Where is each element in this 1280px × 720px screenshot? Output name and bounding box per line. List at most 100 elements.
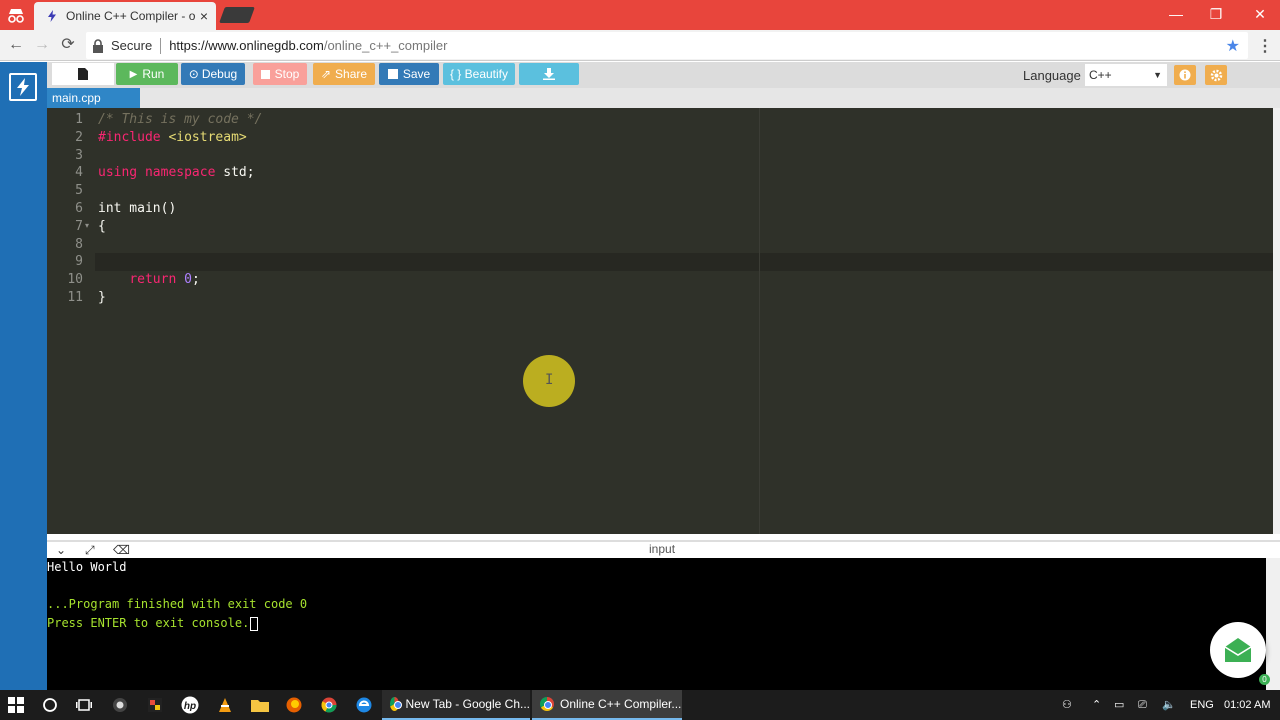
tray-chevron-icon[interactable]: ⌃ [1092,690,1101,720]
code-line: /* This is my code */ [98,112,262,127]
clear-console-icon[interactable]: ⌫ [113,543,130,557]
print-margin [759,108,760,534]
battery-icon[interactable]: ▭ [1114,690,1124,720]
console-line: Hello World [47,560,126,574]
beautify-label: { } Beautify [449,67,509,81]
code-token: ; [191,272,200,288]
code-token: /* This is my code */ [98,112,263,127]
line-gutter: 1 2 3 4 5 6 7 8 9 10 11 [47,108,95,534]
secure-label: Secure [111,38,153,53]
stop-button[interactable]: Stop [253,63,307,85]
clock[interactable]: 01:02 AM [1224,690,1270,720]
file-icon [78,68,88,80]
chrome-menu-icon[interactable]: ⋮ [1257,36,1273,56]
console-output[interactable]: Hello World ...Program finished with exit… [47,558,1280,690]
new-tab-button[interactable] [219,7,255,23]
code-line: int main() [98,201,176,216]
info-button[interactable] [1174,65,1196,85]
search-icon[interactable] [40,695,60,715]
code-token: using [98,165,138,181]
taskbar-app-new-tab[interactable]: New Tab - Google Ch... [382,690,530,720]
line-number: 11 [67,290,83,305]
camera-app-icon[interactable] [110,695,130,715]
browser-titlebar: Online C++ Compiler - o × — ❐ ✕ [0,0,1280,30]
task-view-icon[interactable] [74,695,94,715]
reload-icon[interactable]: ⟳ [58,35,78,55]
line-number: 4 [75,165,83,181]
logo-icon[interactable] [9,73,37,101]
people-icon[interactable]: ⚇ [1062,690,1072,720]
edge-icon[interactable] [354,695,374,715]
restore-button[interactable]: ❐ [1206,4,1226,24]
code-token: return [129,272,177,288]
code-token: #include [98,129,169,145]
settings-button[interactable] [1205,65,1227,85]
vlc-icon[interactable] [215,695,235,715]
save-label: Save [402,67,431,81]
volume-icon[interactable]: 🔈 [1162,690,1176,720]
share-button[interactable]: ⇗ Share [313,63,375,85]
tab-onlinegdb[interactable]: Online C++ Compiler - o × [34,2,216,30]
paint-app-icon[interactable] [145,695,165,715]
stop-label: Stop [274,67,300,81]
file-tab-bar: main.cpp [47,88,1280,108]
divider [160,37,162,54]
tab-close-button[interactable]: × [200,8,208,24]
language-select[interactable]: C++ ▼ [1085,64,1167,86]
language-label: Language [1023,68,1081,83]
chat-button[interactable] [1210,622,1266,678]
code-token: { [98,218,106,234]
console-scrollbar[interactable] [1266,558,1280,690]
expand-icon[interactable]: ⤢ [85,543,95,558]
chrome-icon[interactable] [319,695,339,715]
download-button[interactable] [519,63,579,85]
hp-icon[interactable]: hp [180,695,200,715]
taskbar-app-label: New Tab - Google Ch... [405,697,530,711]
taskbar-app-onlinegdb[interactable]: Online C++ Compiler... [532,690,682,720]
address-bar[interactable]: Secure https://www.onlinegdb.com /online… [86,32,1248,59]
bookmark-star-icon[interactable]: ★ [1226,36,1240,56]
chrome-icon [390,697,403,711]
windows-taskbar: hp New Tab - Google Ch... Online C++ Com… [0,690,1280,720]
debug-button[interactable]: ⊙ Debug [181,63,245,85]
file-tab-main[interactable]: main.cpp [47,88,140,108]
code-token: 0 [184,272,192,288]
bolt-icon [48,10,56,22]
browser-toolbar: ← → ⟳ Secure https://www.onlinegdb.com /… [0,30,1280,61]
console-line-text: Hello World [47,560,127,574]
collapse-chevron-icon[interactable]: ⌄ [56,543,66,557]
console-title: input [649,542,676,556]
language-value: C++ [1089,68,1112,82]
floppy-icon [387,69,398,79]
code-token: namespace [144,165,216,181]
console-line: ...Program finished with exit code 0 [47,597,307,611]
line-number: 7 [75,218,83,234]
console-line: Press ENTER to exit console. [47,616,259,631]
new-file-button[interactable] [52,63,114,85]
editor-scrollbar[interactable] [1273,108,1280,534]
incognito-icon [8,9,24,23]
run-button[interactable]: ▶ Run [116,63,178,85]
code-token: } [98,290,106,305]
minimize-button[interactable]: — [1166,4,1186,24]
close-window-button[interactable]: ✕ [1250,4,1270,24]
code-line: using namespace std; [98,165,255,180]
code-token: std; [215,165,255,181]
save-button[interactable]: Save [379,63,439,85]
beautify-button[interactable]: { } Beautify [443,63,515,85]
back-arrow-icon[interactable]: ← [6,35,26,55]
windows-start-icon[interactable] [6,695,26,715]
code-editor[interactable]: 1 2 3 4 5 6 7 8 9 10 11 /* This is my code */ #incl… [47,108,1273,534]
console-line-text: Press ENTER to exit console. [47,616,250,631]
line-number: 10 [67,272,83,288]
editor-toolbar: ▶ Run ⊙ Debug Stop ⇗ Share Save { } Beautif… [47,62,1280,88]
network-icon[interactable]: ⎚ [1138,690,1147,720]
firefox-icon[interactable] [284,695,304,715]
folder-icon[interactable] [250,695,270,715]
line-number: 3 [75,147,83,163]
language-indicator[interactable]: ENG [1190,690,1214,720]
fold-arrow-icon[interactable]: ▾ [85,221,89,230]
forward-arrow-icon[interactable]: → [32,35,52,55]
